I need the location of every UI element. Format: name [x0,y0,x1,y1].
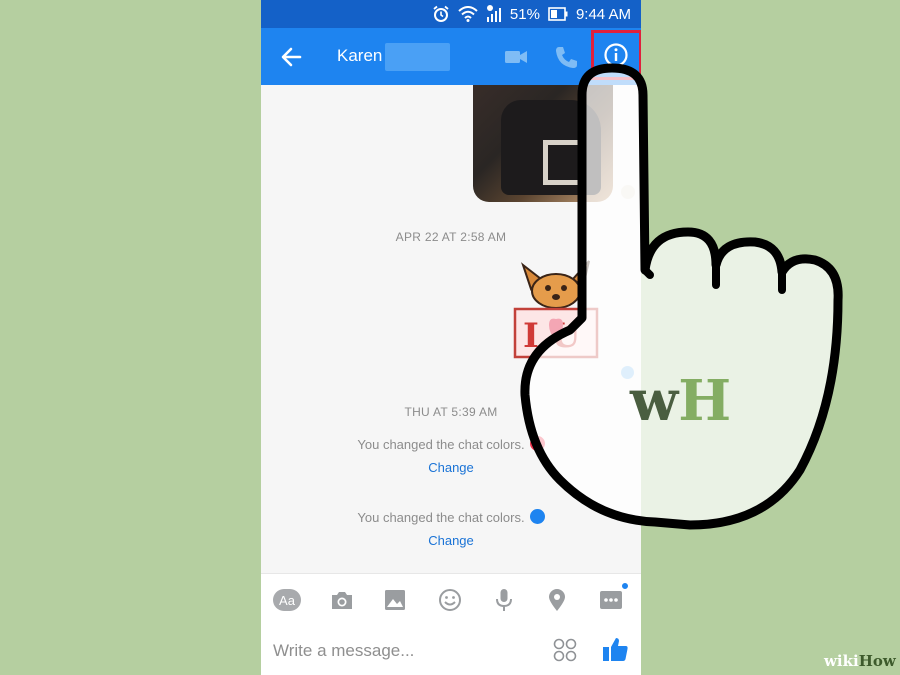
status-bar: 51% 9:44 AM [261,0,641,28]
video-call-icon[interactable] [503,44,529,70]
phone-screen: 51% 9:44 AM Karen APR 22 AT 2:58 AM I U … [261,0,641,675]
emoji-icon[interactable] [436,586,464,614]
wikihow-watermark: wikiHow [824,652,896,670]
app-bar: Karen [261,28,641,85]
read-receipt-avatar [621,185,635,199]
chat-color-swatch [529,436,545,451]
notification-badge [621,582,629,590]
more-icon[interactable] [597,582,629,614]
text-format-label: Aa [273,589,301,611]
alarm-icon [432,5,450,23]
seen-indicator [621,366,634,379]
system-message-text: You changed the chat colors. [357,437,525,452]
battery-icon [548,7,568,21]
info-button-highlight [591,30,641,80]
gallery-icon[interactable] [381,586,409,614]
chat-color-swatch [529,509,545,524]
clock: 9:44 AM [575,5,631,23]
microphone-icon[interactable] [490,586,518,614]
sticker-message[interactable]: I U [511,257,601,369]
phone-call-icon[interactable] [553,44,579,70]
system-message: You changed the chat colors. [261,509,641,525]
wifi-icon [458,6,478,22]
photo-message[interactable] [473,85,613,202]
composer-toolbar: Aa [261,573,641,625]
contact-name[interactable]: Karen [337,46,382,66]
message-input[interactable] [273,638,513,664]
signal-icon [486,5,502,23]
system-message: You changed the chat colors. [261,436,641,452]
wikihow-logo: wH [629,368,731,434]
battery-percent: 51% [509,5,540,23]
system-message-text: You changed the chat colors. [357,510,525,525]
message-thread[interactable]: APR 22 AT 2:58 AM I U THU AT 5:39 AM You… [261,85,641,573]
location-icon[interactable] [543,586,571,614]
change-link[interactable]: Change [261,533,641,548]
timestamp: APR 22 AT 2:58 AM [395,230,507,244]
change-link[interactable]: Change [261,460,641,475]
photo-detail [543,140,585,185]
composer [261,625,641,675]
like-thumb-icon[interactable] [601,635,629,663]
redacted-surname [385,43,450,71]
camera-icon[interactable] [328,586,356,614]
watermark-prefix: wiki [824,652,859,670]
back-arrow-icon[interactable] [279,44,305,70]
watermark-suffix: How [858,652,896,670]
text-format-button[interactable]: Aa [273,586,301,614]
timestamp: THU AT 5:39 AM [404,405,498,419]
sticker-picker-icon[interactable] [553,638,577,662]
